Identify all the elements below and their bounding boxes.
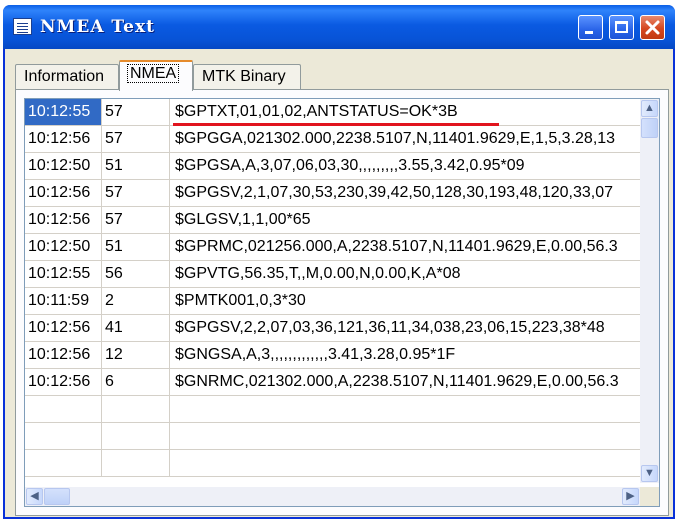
length-cell: 57 [101, 207, 169, 233]
table-row[interactable]: 10:12:50 51 $GPRMC,021256.000,A,2238.5107,… [25, 234, 640, 261]
scroll-down-button[interactable]: ▼ [641, 465, 658, 482]
chevron-up-icon: ▲ [644, 102, 655, 114]
scroll-left-button[interactable]: ◀ [26, 488, 43, 505]
tab-nmea[interactable]: NMEA [119, 60, 193, 91]
table-row[interactable]: 10:12:55 56 $GPVTG,56.35,T,,M,0.00,N,0.00,… [25, 261, 640, 288]
time-cell: 10:12:56 [28, 373, 91, 390]
length-cell: 56 [101, 261, 169, 287]
sentence-cell: $PMTK001,0,3*30 [169, 288, 640, 314]
table-row[interactable] [25, 396, 640, 423]
sentence-cell [169, 450, 640, 476]
sentence-cell: $GPTXT,01,01,02,ANTSTATUS=OK*3B [169, 99, 640, 125]
scrollbar-corner [640, 487, 659, 506]
table-row[interactable]: 10:12:50 51 $GPGSA,A,3,07,06,03,30,,,,,,,,… [25, 153, 640, 180]
length-cell [101, 450, 169, 476]
title-bar[interactable]: NMEA Text [3, 5, 675, 49]
sentence-cell: $GLGSV,1,1,00*65 [169, 207, 640, 233]
chevron-right-icon: ▶ [626, 490, 635, 502]
table-row[interactable]: 10:12:56 57 $GLGSV,1,1,00*65 [25, 207, 640, 234]
tab-label: NMEA [126, 64, 180, 83]
horizontal-scrollbar[interactable]: ◀ ▶ [25, 487, 640, 506]
tab-label: Information [24, 68, 105, 85]
length-cell: 2 [101, 288, 169, 314]
time-cell [25, 450, 101, 476]
close-icon [645, 20, 660, 35]
length-cell [101, 423, 169, 449]
table-row[interactable]: 10:12:55 57 $GPTXT,01,01,02,ANTSTATUS=OK*3… [25, 99, 640, 126]
time-cell [25, 423, 101, 449]
vertical-scrollbar[interactable]: ▲ ▼ [640, 99, 659, 483]
time-cell: 10:11:59 [28, 292, 90, 309]
tab-information[interactable]: Information [15, 64, 119, 90]
length-cell: 51 [101, 153, 169, 179]
length-cell: 12 [101, 342, 169, 368]
time-cell: 10:12:56 [28, 211, 91, 228]
length-cell: 57 [101, 126, 169, 152]
sentence-cell: $GNGSA,A,3,,,,,,,,,,,,,3.41,3.28,0.95*1F [169, 342, 640, 368]
length-cell: 57 [101, 99, 169, 125]
tab-label: MTK Binary [202, 68, 286, 85]
length-cell: 57 [101, 180, 169, 206]
table-row[interactable]: 10:11:59 2 $PMTK001,0,3*30 [25, 288, 640, 315]
time-cell: 10:12:55 [28, 265, 91, 282]
list-grid: 10:12:55 57 $GPTXT,01,01,02,ANTSTATUS=OK*3… [25, 99, 640, 483]
table-row[interactable]: 10:12:56 6 $GNRMC,021302.000,A,2238.5107,N… [25, 369, 640, 396]
time-cell: 10:12:56 [28, 346, 91, 363]
time-cell: 10:12:56 [28, 130, 91, 147]
horizontal-scroll-thumb[interactable] [44, 488, 70, 505]
vertical-scroll-thumb[interactable] [641, 118, 658, 138]
length-cell: 51 [101, 234, 169, 260]
sentence-cell: $GNRMC,021302.000,A,2238.5107,N,11401.96… [169, 369, 640, 395]
chevron-down-icon: ▼ [644, 467, 655, 479]
sentence-cell [169, 396, 640, 422]
nmea-text-window: NMEA Text Information NMEA MTK Binary 10… [3, 5, 675, 519]
sentence-cell: $GPRMC,021256.000,A,2238.5107,N,11401.96… [169, 234, 640, 260]
nmea-sentence-list[interactable]: 10:12:55 57 $GPTXT,01,01,02,ANTSTATUS=OK*3… [24, 98, 660, 507]
minimize-button[interactable] [578, 15, 603, 40]
table-row[interactable]: 10:12:56 12 $GNGSA,A,3,,,,,,,,,,,,,3.41,3.… [25, 342, 640, 369]
table-row[interactable]: 10:12:56 57 $GPGGA,021302.000,2238.5107,N,… [25, 126, 640, 153]
time-cell: 10:12:56 [28, 184, 91, 201]
maximize-icon [615, 21, 628, 33]
chevron-left-icon: ◀ [30, 490, 39, 502]
text-document-icon [13, 18, 32, 35]
length-cell: 6 [101, 369, 169, 395]
scroll-up-button[interactable]: ▲ [641, 100, 658, 117]
time-cell: 10:12:50 [28, 157, 91, 174]
sentence-cell: $GPGSV,2,1,07,30,53,230,39,42,50,128,30,… [169, 180, 640, 206]
table-row[interactable] [25, 450, 640, 477]
time-cell [25, 396, 101, 422]
length-cell [101, 396, 169, 422]
table-row[interactable]: 10:12:56 41 $GPGSV,2,2,07,03,36,121,36,11,… [25, 315, 640, 342]
table-row[interactable]: 10:12:56 57 $GPGSV,2,1,07,30,53,230,39,42,… [25, 180, 640, 207]
time-cell: 10:12:50 [28, 238, 91, 255]
length-cell: 41 [101, 315, 169, 341]
sentence-cell: $GPGSV,2,2,07,03,36,121,36,11,34,038,23,… [169, 315, 640, 341]
scroll-right-button[interactable]: ▶ [622, 488, 639, 505]
sentence-cell: $GPGGA,021302.000,2238.5107,N,11401.9629… [169, 126, 640, 152]
table-row[interactable] [25, 423, 640, 450]
tab-mtk-binary[interactable]: MTK Binary [193, 64, 301, 90]
close-button[interactable] [640, 15, 665, 40]
nmea-tab-panel: 10:12:55 57 $GPTXT,01,01,02,ANTSTATUS=OK*3… [15, 89, 669, 516]
window-title: NMEA Text [40, 17, 155, 37]
time-cell: 10:12:55 [25, 99, 101, 125]
sentence-cell: $GPGSA,A,3,07,06,03,30,,,,,,,,,3.55,3.42… [169, 153, 640, 179]
sentence-cell: $GPVTG,56.35,T,,M,0.00,N,0.00,K,A*08 [169, 261, 640, 287]
sentence-cell [169, 423, 640, 449]
time-cell: 10:12:56 [28, 319, 91, 336]
maximize-button[interactable] [609, 15, 634, 40]
minimize-icon [585, 31, 593, 34]
